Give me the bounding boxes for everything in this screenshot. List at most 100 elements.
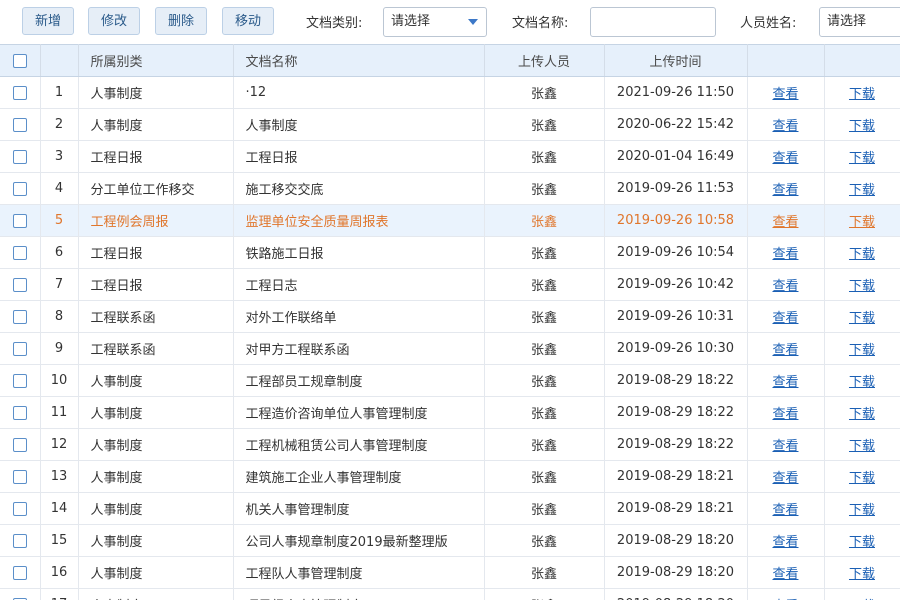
row-select-cell[interactable] [0, 396, 41, 429]
row-checkbox[interactable] [12, 565, 27, 580]
row-category: 人事制度 [78, 108, 234, 141]
row-select-cell[interactable] [0, 332, 41, 365]
download-link[interactable]: 下载 [849, 215, 875, 230]
view-link[interactable]: 查看 [772, 503, 798, 518]
view-link[interactable]: 查看 [772, 567, 798, 582]
download-link[interactable]: 下载 [849, 503, 875, 518]
row-select-cell[interactable] [0, 588, 41, 600]
table-row[interactable]: 14 人事制度 机关人事管理制度 张鑫 2019-08-29 18:21 查看 下载 [0, 492, 900, 525]
row-select-cell[interactable] [0, 76, 41, 109]
table-row[interactable]: 7 工程日报 工程日志 张鑫 2019-09-26 10:42 查看 下载 [0, 268, 900, 301]
download-link[interactable]: 下载 [849, 279, 875, 294]
row-select-cell[interactable] [0, 556, 41, 589]
delete-button[interactable]: 删除 [155, 7, 207, 35]
row-checkbox[interactable] [12, 373, 27, 388]
row-checkbox[interactable] [12, 117, 27, 132]
header-category[interactable]: 所属别类 [78, 44, 234, 77]
row-checkbox[interactable] [12, 181, 27, 196]
table-row[interactable]: 16 人事制度 工程队人事管理制度 张鑫 2019-08-29 18:20 查看 下载 [0, 556, 900, 589]
row-checkbox[interactable] [12, 469, 27, 484]
row-category: 工程联系函 [78, 300, 234, 333]
view-link[interactable]: 查看 [772, 119, 798, 134]
edit-button[interactable]: 修改 [88, 7, 140, 35]
view-link[interactable]: 查看 [772, 279, 798, 294]
download-link[interactable]: 下载 [849, 535, 875, 550]
select-all-checkbox[interactable] [12, 53, 27, 68]
view-link[interactable]: 查看 [772, 407, 798, 422]
row-select-cell[interactable] [0, 172, 41, 205]
view-link[interactable]: 查看 [772, 471, 798, 486]
view-link[interactable]: 查看 [772, 439, 798, 454]
row-category: 人事制度 [78, 460, 234, 493]
table-row[interactable]: 5 工程例会周报 监理单位安全质量周报表 张鑫 2019-09-26 10:58 查看 下载 [0, 204, 900, 237]
table-row[interactable]: 8 工程联系函 对外工作联络单 张鑫 2019-09-26 10:31 查看 下载 [0, 300, 900, 333]
row-checkbox[interactable] [12, 341, 27, 356]
download-link[interactable]: 下载 [849, 151, 875, 166]
row-select-cell[interactable] [0, 428, 41, 461]
view-link[interactable]: 查看 [772, 151, 798, 166]
download-link[interactable]: 下载 [849, 183, 875, 198]
table-row[interactable]: 10 人事制度 工程部员工规章制度 张鑫 2019-08-29 18:22 查看 下载 [0, 364, 900, 397]
table-row[interactable]: 3 工程日报 工程日报 张鑫 2020-01-04 16:49 查看 下载 [0, 140, 900, 173]
download-link[interactable]: 下载 [849, 407, 875, 422]
row-select-cell[interactable] [0, 236, 41, 269]
view-link[interactable]: 查看 [772, 535, 798, 550]
download-link[interactable]: 下载 [849, 567, 875, 582]
download-link[interactable]: 下载 [849, 119, 875, 134]
table-row[interactable]: 4 分工单位工作移交 施工移交交底 张鑫 2019-09-26 11:53 查看 下载 [0, 172, 900, 205]
row-checkbox[interactable] [12, 533, 27, 548]
view-link[interactable]: 查看 [772, 247, 798, 262]
row-checkbox[interactable] [12, 213, 27, 228]
view-link[interactable]: 查看 [772, 183, 798, 198]
row-select-cell[interactable] [0, 204, 41, 237]
row-select-cell[interactable] [0, 492, 41, 525]
row-checkbox[interactable] [12, 149, 27, 164]
view-link[interactable]: 查看 [772, 375, 798, 390]
download-link[interactable]: 下载 [849, 87, 875, 102]
table-row[interactable]: 11 人事制度 工程造价咨询单位人事管理制度 张鑫 2019-08-29 18:22 查看… [0, 396, 900, 429]
header-doc-name[interactable]: 文档名称 [233, 44, 485, 77]
row-checkbox[interactable] [12, 309, 27, 324]
view-link[interactable]: 查看 [772, 215, 798, 230]
row-select-cell[interactable] [0, 524, 41, 557]
view-link[interactable]: 查看 [772, 87, 798, 102]
table-row[interactable]: 15 人事制度 公司人事规章制度2019最新整理版 张鑫 2019-08-29 18:2… [0, 524, 900, 557]
move-button[interactable]: 移动 [222, 7, 274, 35]
table-row[interactable]: 13 人事制度 建筑施工企业人事管理制度 张鑫 2019-08-29 18:21 查看 下载 [0, 460, 900, 493]
row-category: 人事制度 [78, 524, 234, 557]
table-row[interactable]: 1 人事制度 ·12 张鑫 2021-09-26 11:50 查看 下载 [0, 76, 900, 109]
row-number: 4 [40, 172, 79, 205]
doc-name-input[interactable] [590, 7, 716, 37]
row-select-cell[interactable] [0, 364, 41, 397]
download-link[interactable]: 下载 [849, 375, 875, 390]
table-row[interactable]: 2 人事制度 人事制度 张鑫 2020-06-22 15:42 查看 下载 [0, 108, 900, 141]
download-link[interactable]: 下载 [849, 247, 875, 262]
download-link[interactable]: 下载 [849, 311, 875, 326]
row-select-cell[interactable] [0, 460, 41, 493]
select-all-cell[interactable] [0, 44, 41, 77]
download-link[interactable]: 下载 [849, 343, 875, 358]
person-select[interactable]: 请选择 [819, 7, 900, 37]
table-row[interactable]: 9 工程联系函 对甲方工程联系函 张鑫 2019-09-26 10:30 查看 下载 [0, 332, 900, 365]
row-select-cell[interactable] [0, 300, 41, 333]
row-select-cell[interactable] [0, 268, 41, 301]
view-link[interactable]: 查看 [772, 343, 798, 358]
row-checkbox[interactable] [12, 437, 27, 452]
row-checkbox[interactable] [12, 85, 27, 100]
doc-type-select[interactable]: 请选择 [383, 7, 487, 37]
row-select-cell[interactable] [0, 140, 41, 173]
row-select-cell[interactable] [0, 108, 41, 141]
table-row[interactable]: 6 工程日报 铁路施工日报 张鑫 2019-09-26 10:54 查看 下载 [0, 236, 900, 269]
row-checkbox[interactable] [12, 405, 27, 420]
row-checkbox[interactable] [12, 277, 27, 292]
add-button[interactable]: 新增 [22, 7, 74, 35]
view-link[interactable]: 查看 [772, 311, 798, 326]
download-link[interactable]: 下载 [849, 471, 875, 486]
row-checkbox[interactable] [12, 245, 27, 260]
header-uploader[interactable]: 上传人员 [484, 44, 605, 77]
row-checkbox[interactable] [12, 501, 27, 516]
header-upload-time[interactable]: 上传时间 [604, 44, 748, 77]
table-row[interactable]: 12 人事制度 工程机械租赁公司人事管理制度 张鑫 2019-08-29 18:22 查看… [0, 428, 900, 461]
download-link[interactable]: 下载 [849, 439, 875, 454]
table-row[interactable]: 17人事制度项目经人事管理制度张鑫2019-08-29 18:20查看下载 [0, 588, 900, 600]
